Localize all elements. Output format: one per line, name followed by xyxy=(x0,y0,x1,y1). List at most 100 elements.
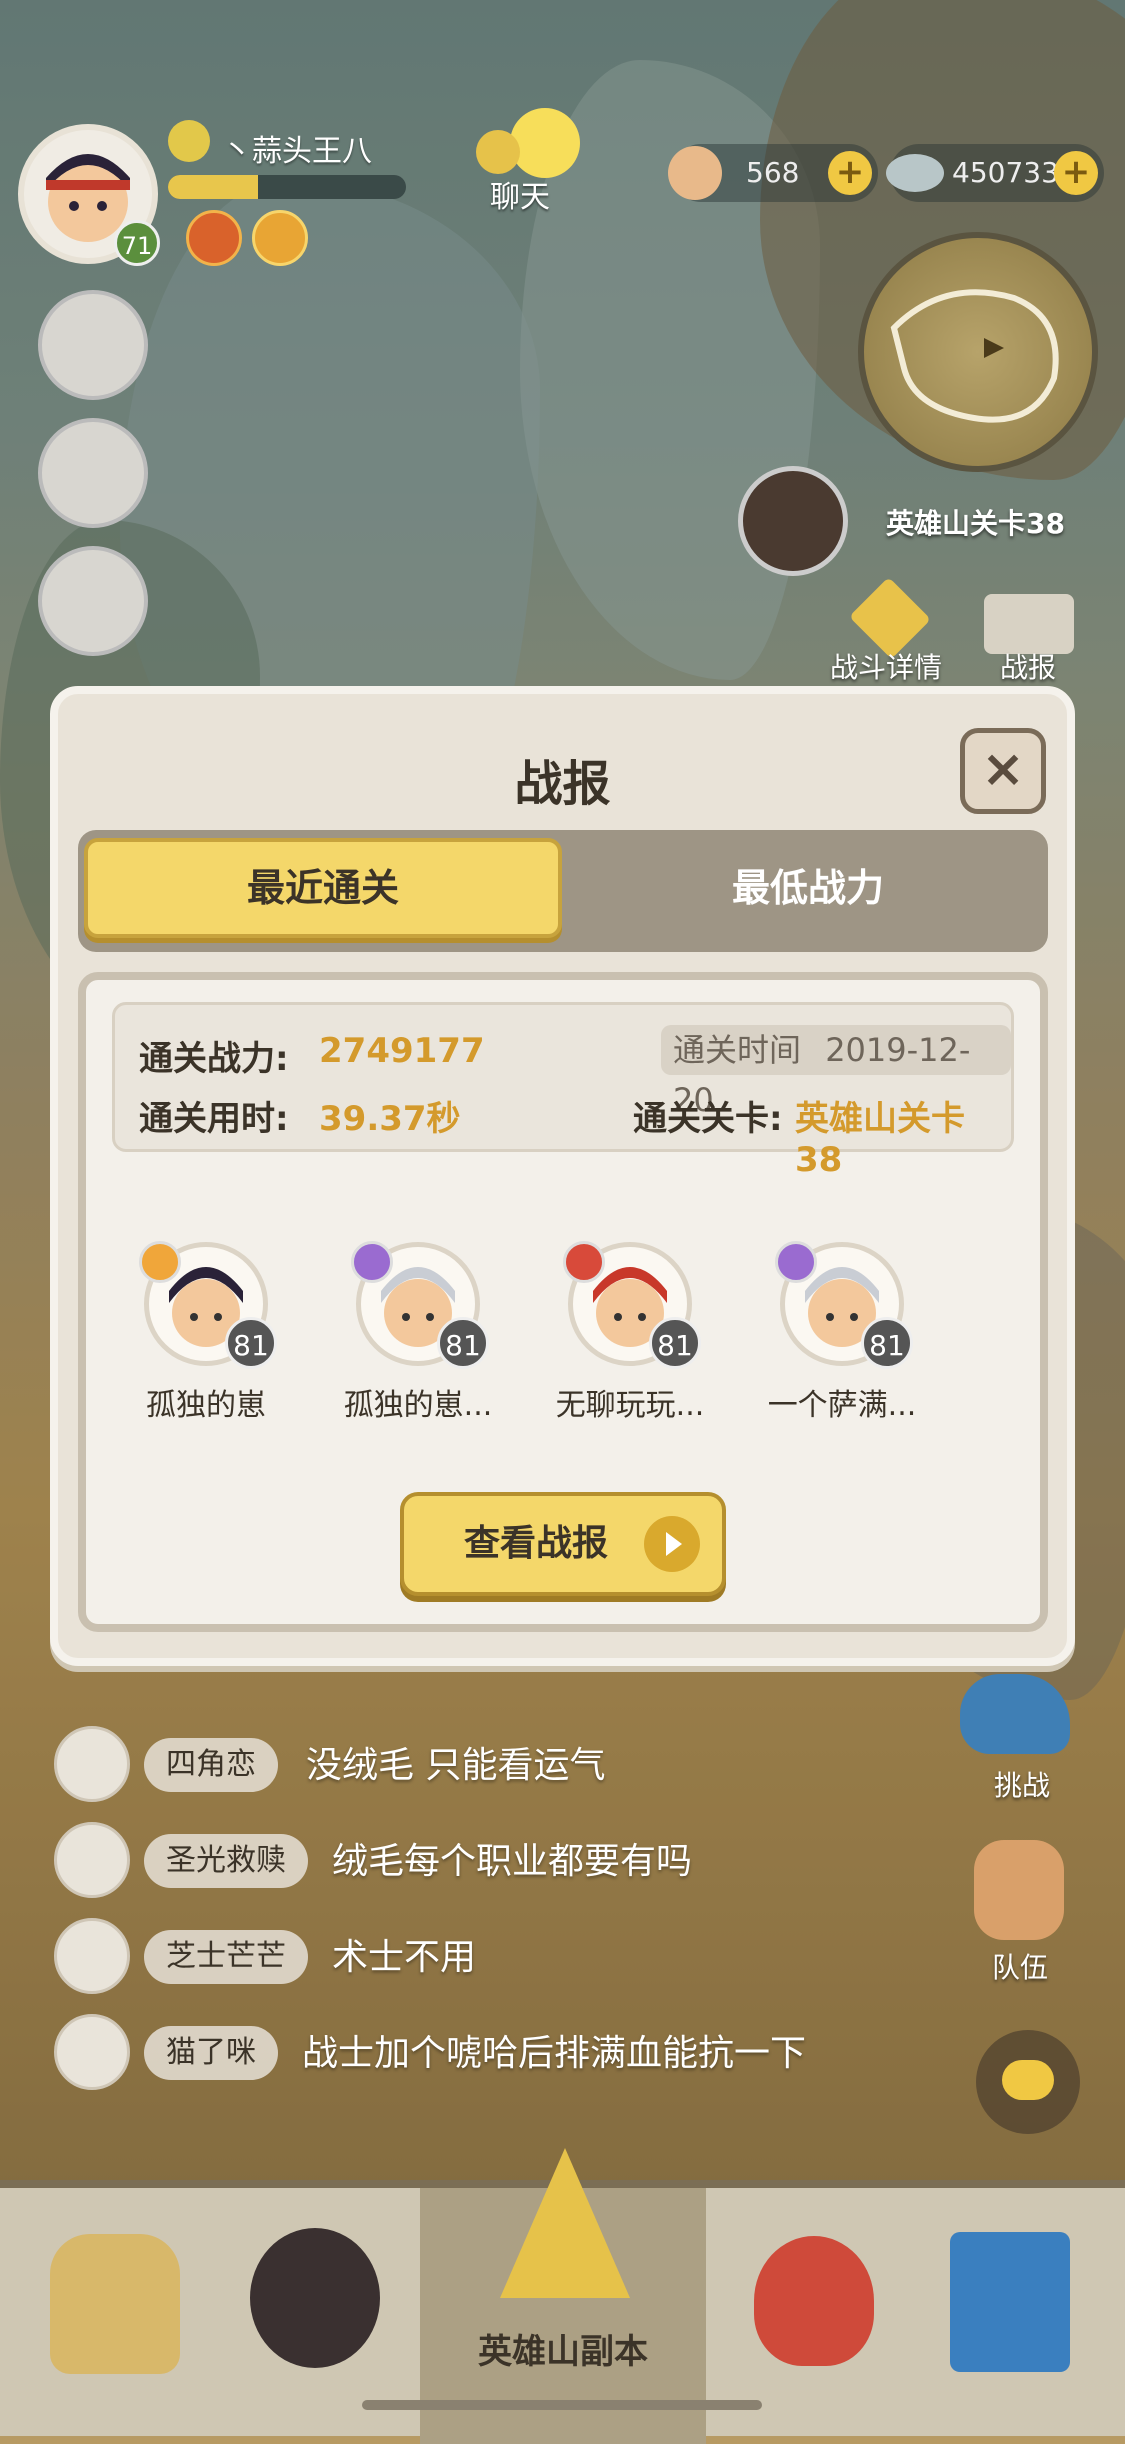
view-report-button[interactable]: 查看战报 xyxy=(400,1492,726,1596)
nav-pet[interactable] xyxy=(730,2208,900,2398)
close-icon[interactable]: × xyxy=(960,728,1046,814)
hero-avatar: 81 xyxy=(775,1241,913,1369)
chat-avatar[interactable] xyxy=(54,1918,130,1994)
hero-name: 孤独的崽 xyxy=(146,1388,266,1423)
power-label: 通关战力: xyxy=(139,1039,289,1079)
chat-open-button[interactable] xyxy=(976,2030,1080,2134)
hero-name: 一个萨满... xyxy=(767,1388,917,1423)
team-icon xyxy=(974,1840,1064,1940)
buff-icon[interactable] xyxy=(252,210,308,266)
nav-hero[interactable] xyxy=(230,2208,400,2398)
team-button[interactable]: 队伍 xyxy=(966,1840,1076,1984)
duration-value: 39.37秒 xyxy=(319,1099,461,1139)
chat-avatar[interactable] xyxy=(54,1822,130,1898)
play-icon xyxy=(644,1516,700,1572)
player-emoji-icon xyxy=(168,120,210,162)
nav-shop[interactable] xyxy=(930,2208,1100,2398)
banner-icon xyxy=(950,2232,1070,2372)
pearl-amount: 450733 xyxy=(952,156,1059,189)
hero-level: 81 xyxy=(437,1317,489,1369)
chat-label: 聊天 xyxy=(490,180,550,215)
hero-avatar: 81 xyxy=(139,1241,277,1369)
chat-message[interactable]: 猫了咪 战士加个唬哈后排满血能抗一下 xyxy=(54,2014,954,2094)
nav-center-label: 英雄山副本 xyxy=(478,2332,648,2372)
chat-button[interactable]: 聊天 xyxy=(470,108,580,215)
duration-label: 通关用时: xyxy=(139,1099,289,1139)
boss-portrait[interactable] xyxy=(738,466,848,576)
chat-message[interactable]: 芝士芒芒 术士不用 xyxy=(54,1918,954,1998)
shell-icon xyxy=(668,146,722,200)
xp-bar-fill xyxy=(168,175,259,199)
chat-bubble-icon xyxy=(476,130,520,174)
class-icon xyxy=(775,1241,817,1283)
hero-card[interactable]: 81 孤独的崽... xyxy=(318,1241,518,1424)
dino-pet-icon xyxy=(754,2236,874,2366)
chat-message[interactable]: 四角恋 没绒毛 只能看运气 xyxy=(54,1726,954,1806)
pearl-icon xyxy=(886,154,944,192)
stage-value: 英雄山关卡38 xyxy=(795,1099,965,1180)
buff-icon[interactable] xyxy=(186,210,242,266)
pearl-counter: 450733 + xyxy=(886,144,1104,202)
minimap[interactable] xyxy=(858,232,1098,472)
video-icon xyxy=(984,594,1074,654)
clear-time-badge: 通关时间 2019-12-20 xyxy=(661,1025,1011,1119)
home-indicator xyxy=(362,2400,762,2410)
player-level-badge: 71 xyxy=(114,220,160,266)
dinosaur-icon xyxy=(960,1674,1070,1754)
chat-sender-name: 猫了咪 xyxy=(144,2026,278,2080)
tab-lowest-power[interactable]: 最低战力 xyxy=(578,838,1038,938)
challenge-label: 挑战 xyxy=(994,1769,1051,1802)
xp-bar xyxy=(168,175,406,199)
add-pearls-button[interactable]: + xyxy=(1054,151,1098,195)
power-value: 2749177 xyxy=(319,1031,485,1071)
hero-name: 无聊玩玩... xyxy=(555,1388,705,1423)
battle-report-dialog: 战报 × 最近通关 最低战力 通关战力: 2749177 通关时间 2019-1… xyxy=(50,686,1075,1666)
speech-bubble-icon xyxy=(1002,2060,1054,2100)
shell-counter: 568 + xyxy=(668,144,878,202)
tab-recent-clear[interactable]: 最近通关 xyxy=(84,838,562,938)
challenge-button[interactable]: 挑战 xyxy=(956,1668,1076,1808)
hero-name: 孤独的崽... xyxy=(343,1388,493,1423)
stage-label: 通关关卡: xyxy=(633,1099,783,1139)
add-shells-button[interactable]: + xyxy=(828,151,872,195)
hero-level: 81 xyxy=(861,1317,913,1369)
hero-card[interactable]: 81 一个萨满... xyxy=(742,1241,942,1424)
tribe-chief-icon xyxy=(50,2234,180,2374)
chat-sender-name: 圣光救赎 xyxy=(144,1834,308,1888)
hero-list: 81 孤独的崽 81 孤独的崽... 81 无聊玩玩... 81 一个萨满... xyxy=(139,1241,1002,1424)
party-member-avatar[interactable] xyxy=(38,290,148,400)
hero-avatar: 81 xyxy=(563,1241,701,1369)
team-label: 队伍 xyxy=(992,1951,1049,1984)
hero-card[interactable]: 81 无聊玩玩... xyxy=(530,1241,730,1424)
tab-bar: 最近通关 最低战力 xyxy=(78,830,1048,952)
chat-text: 战士加个唬哈后排满血能抗一下 xyxy=(302,2033,807,2074)
chat-text: 绒毛每个职业都要有吗 xyxy=(332,1841,693,1882)
player-name: 丶蒜头王八 xyxy=(222,134,372,169)
stage-label: 英雄山关卡38 xyxy=(886,507,1065,540)
class-icon xyxy=(563,1241,605,1283)
dialog-title: 战报 xyxy=(514,756,611,812)
shell-amount: 568 xyxy=(746,156,800,189)
battle-report-button[interactable]: 战报 xyxy=(980,590,1080,690)
chat-avatar[interactable] xyxy=(54,2014,130,2090)
battle-detail-label: 战斗详情 xyxy=(830,651,943,684)
chat-text: 没绒毛 只能看运气 xyxy=(306,1745,606,1786)
report-panel: 通关战力: 2749177 通关时间 2019-12-20 通关用时: 39.3… xyxy=(78,972,1048,1632)
hero-level: 81 xyxy=(225,1317,277,1369)
chat-sender-name: 四角恋 xyxy=(144,1738,278,1792)
battle-report-label: 战报 xyxy=(1000,651,1057,684)
view-report-label: 查看战报 xyxy=(464,1523,609,1564)
hero-face-icon xyxy=(250,2228,380,2368)
class-icon xyxy=(139,1241,181,1283)
chat-message[interactable]: 圣光救赎 绒毛每个职业都要有吗 xyxy=(54,1822,954,1902)
battle-detail-button[interactable]: 战斗详情 xyxy=(830,576,950,690)
nav-tribe[interactable] xyxy=(30,2208,200,2398)
party-member-avatar[interactable] xyxy=(38,546,148,656)
chat-avatar[interactable] xyxy=(54,1726,130,1802)
chat-sender-name: 芝士芒芒 xyxy=(144,1930,308,1984)
chat-bubble-icon xyxy=(510,108,580,178)
class-icon xyxy=(351,1241,393,1283)
time-label: 通关时间 xyxy=(673,1031,802,1069)
hero-card[interactable]: 81 孤独的崽 xyxy=(106,1241,306,1424)
party-member-avatar[interactable] xyxy=(38,418,148,528)
